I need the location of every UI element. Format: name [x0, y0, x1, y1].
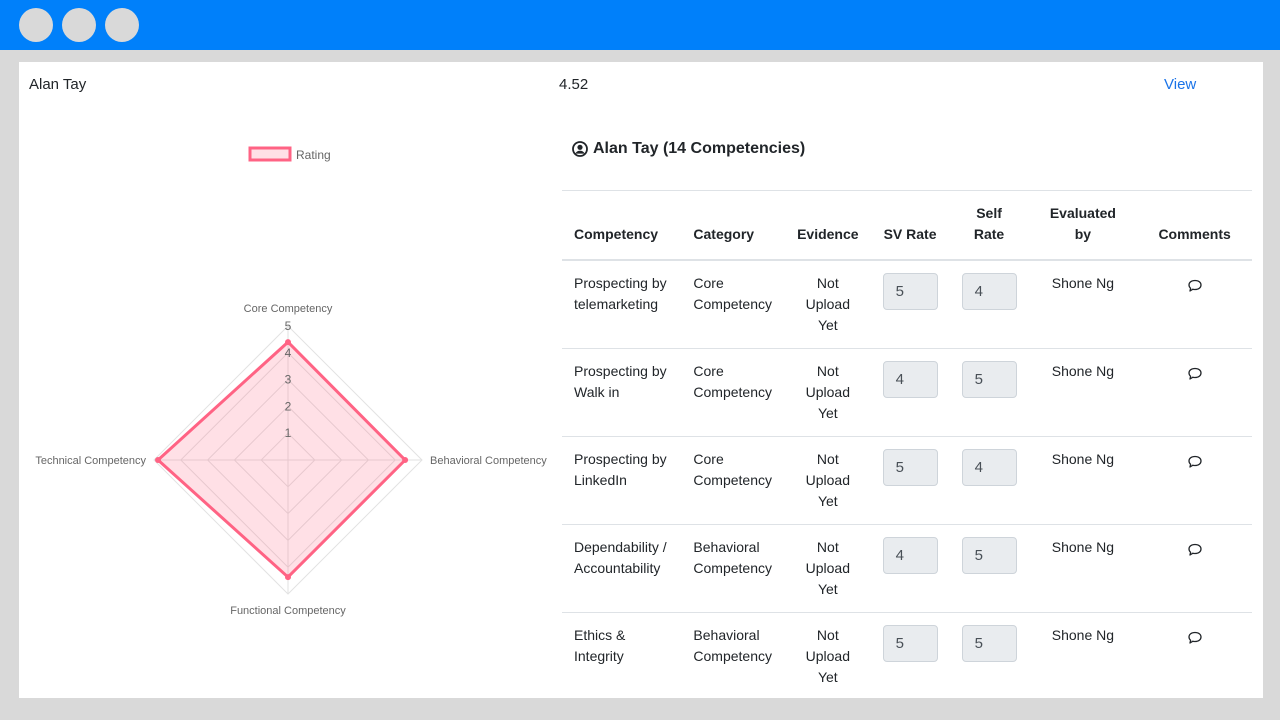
cell-evaluated-by: Shone Ng: [1028, 612, 1138, 698]
axis-label: Behavioral Competency: [430, 455, 547, 467]
r-tick-label: 3: [285, 373, 292, 387]
cell-category: Behavioral Competency: [681, 524, 786, 613]
cell-competency: Prospecting by telemarketing: [562, 259, 682, 349]
cell-self-rate: 5: [949, 612, 1029, 698]
cell-sv-rate: 4: [870, 524, 950, 613]
data-point-3[interactable]: [155, 457, 162, 463]
axis-label: Core Competency: [244, 303, 333, 315]
window-control-3[interactable]: [105, 8, 139, 42]
competency-table: Competency Category Evidence SV Rate Sel…: [562, 190, 1252, 698]
cell-competency: Prospecting by Walk in: [562, 348, 682, 437]
legend-swatch-rating: [248, 146, 292, 162]
table-row: Prospecting by telemarketing Core Compet…: [562, 259, 1252, 349]
header-competency: Competency: [562, 190, 682, 261]
detail-title: Alan Tay (14 Competencies): [572, 140, 805, 158]
cell-comments: [1137, 348, 1252, 437]
cell-self-rate: 4: [949, 259, 1029, 349]
header-comments: Comments: [1137, 190, 1252, 261]
cell-self-rate: 4: [949, 436, 1029, 525]
data-point-1[interactable]: [402, 457, 409, 463]
data-point-2[interactable]: [285, 574, 291, 581]
cell-competency: Prospecting by LinkedIn: [562, 436, 682, 525]
header-sv-rate: SV Rate: [870, 190, 950, 261]
cell-comments: [1137, 524, 1252, 613]
series-area-rating: [155, 340, 408, 580]
cell-evidence: Not Upload Yet: [785, 259, 871, 349]
overall-score: 4.52: [559, 76, 589, 93]
sv-rate-input[interactable]: 5: [882, 449, 938, 486]
header-self-rate: Self Rate: [949, 190, 1029, 261]
cell-competency: Dependability / Accountability: [562, 524, 682, 613]
r-tick-label: 2: [285, 399, 292, 413]
cell-self-rate: 5: [949, 524, 1029, 613]
cell-evaluated-by: Shone Ng: [1028, 259, 1138, 349]
table-row: Prospecting by Walk in Core Competency N…: [562, 348, 1252, 437]
chat-bubble-icon[interactable]: [1187, 278, 1203, 300]
window-control-2[interactable]: [62, 8, 96, 42]
cell-comments: [1137, 612, 1252, 698]
cell-sv-rate: 5: [870, 436, 950, 525]
window-control-1[interactable]: [19, 8, 53, 42]
cell-category: Behavioral Competency: [681, 612, 786, 698]
cell-evaluated-by: Shone Ng: [1028, 436, 1138, 525]
cell-evidence: Not Upload Yet: [785, 436, 871, 525]
cell-category: Core Competency: [681, 436, 786, 525]
user-circle-icon: [572, 141, 588, 157]
chart-legend[interactable]: Rating: [248, 146, 331, 162]
cell-category: Core Competency: [681, 348, 786, 437]
cell-evaluated-by: Shone Ng: [1028, 524, 1138, 613]
radar-chart: Rating 1 2 3 4 5 Core Competency Behavioral C…: [19, 122, 559, 682]
employee-panel: Alan Tay 4.52 View Rating 12345 Core Com…: [19, 62, 1263, 698]
window-titlebar: [0, 0, 1280, 50]
chat-bubble-icon[interactable]: [1187, 454, 1203, 476]
table-row: Ethics & Integrity Behavioral Competency…: [562, 612, 1252, 698]
self-rate-input[interactable]: 4: [961, 449, 1017, 486]
header-evaluated-by: Evaluated by: [1028, 190, 1138, 261]
axis-label: Functional Competency: [230, 605, 346, 617]
cell-self-rate: 5: [949, 348, 1029, 437]
sv-rate-input[interactable]: 4: [882, 537, 938, 574]
self-rate-input[interactable]: 5: [961, 625, 1017, 662]
cell-comments: [1137, 259, 1252, 349]
cell-competency: Ethics & Integrity: [562, 612, 682, 698]
legend-label-rating: Rating: [296, 148, 331, 162]
chat-bubble-icon[interactable]: [1187, 630, 1203, 652]
radar-series: [155, 339, 409, 581]
view-link[interactable]: View: [1164, 76, 1196, 93]
data-point-0[interactable]: [285, 339, 291, 346]
table-header-row: Competency Category Evidence SV Rate Sel…: [562, 190, 1252, 261]
detail-title-text: Alan Tay (14 Competencies): [593, 140, 806, 157]
cell-evaluated-by: Shone Ng: [1028, 348, 1138, 437]
self-rate-input[interactable]: 4: [961, 273, 1017, 310]
table-row: Dependability / Accountability Behaviora…: [562, 524, 1252, 613]
competency-table-wrapper: Competency Category Evidence SV Rate Sel…: [562, 190, 1252, 698]
cell-sv-rate: 4: [870, 348, 950, 437]
employee-name: Alan Tay: [29, 76, 87, 93]
sv-rate-input[interactable]: 5: [882, 273, 938, 310]
header-evidence: Evidence: [785, 190, 871, 261]
cell-category: Core Competency: [681, 259, 786, 349]
r-tick-label: 4: [285, 346, 292, 360]
header-category: Category: [681, 190, 786, 261]
cell-evidence: Not Upload Yet: [785, 348, 871, 437]
chat-bubble-icon[interactable]: [1187, 366, 1203, 388]
r-tick-label: 5: [285, 319, 292, 333]
chat-bubble-icon[interactable]: [1187, 542, 1203, 564]
sv-rate-input[interactable]: 5: [882, 625, 938, 662]
cell-sv-rate: 5: [870, 612, 950, 698]
table-body: Prospecting by telemarketing Core Compet…: [562, 259, 1252, 698]
radar-chart-svg: Rating 1 2 3 4 5 Core Competency Behavioral C…: [35, 146, 547, 617]
sv-rate-input[interactable]: 4: [882, 361, 938, 398]
cell-evidence: Not Upload Yet: [785, 612, 871, 698]
self-rate-input[interactable]: 5: [961, 361, 1017, 398]
self-rate-input[interactable]: 5: [961, 537, 1017, 574]
cell-sv-rate: 5: [870, 259, 950, 349]
r-tick-label: 1: [285, 426, 292, 440]
table-row: Prospecting by LinkedIn Core Competency …: [562, 436, 1252, 525]
cell-comments: [1137, 436, 1252, 525]
axis-label: Technical Competency: [35, 455, 146, 467]
cell-evidence: Not Upload Yet: [785, 524, 871, 613]
